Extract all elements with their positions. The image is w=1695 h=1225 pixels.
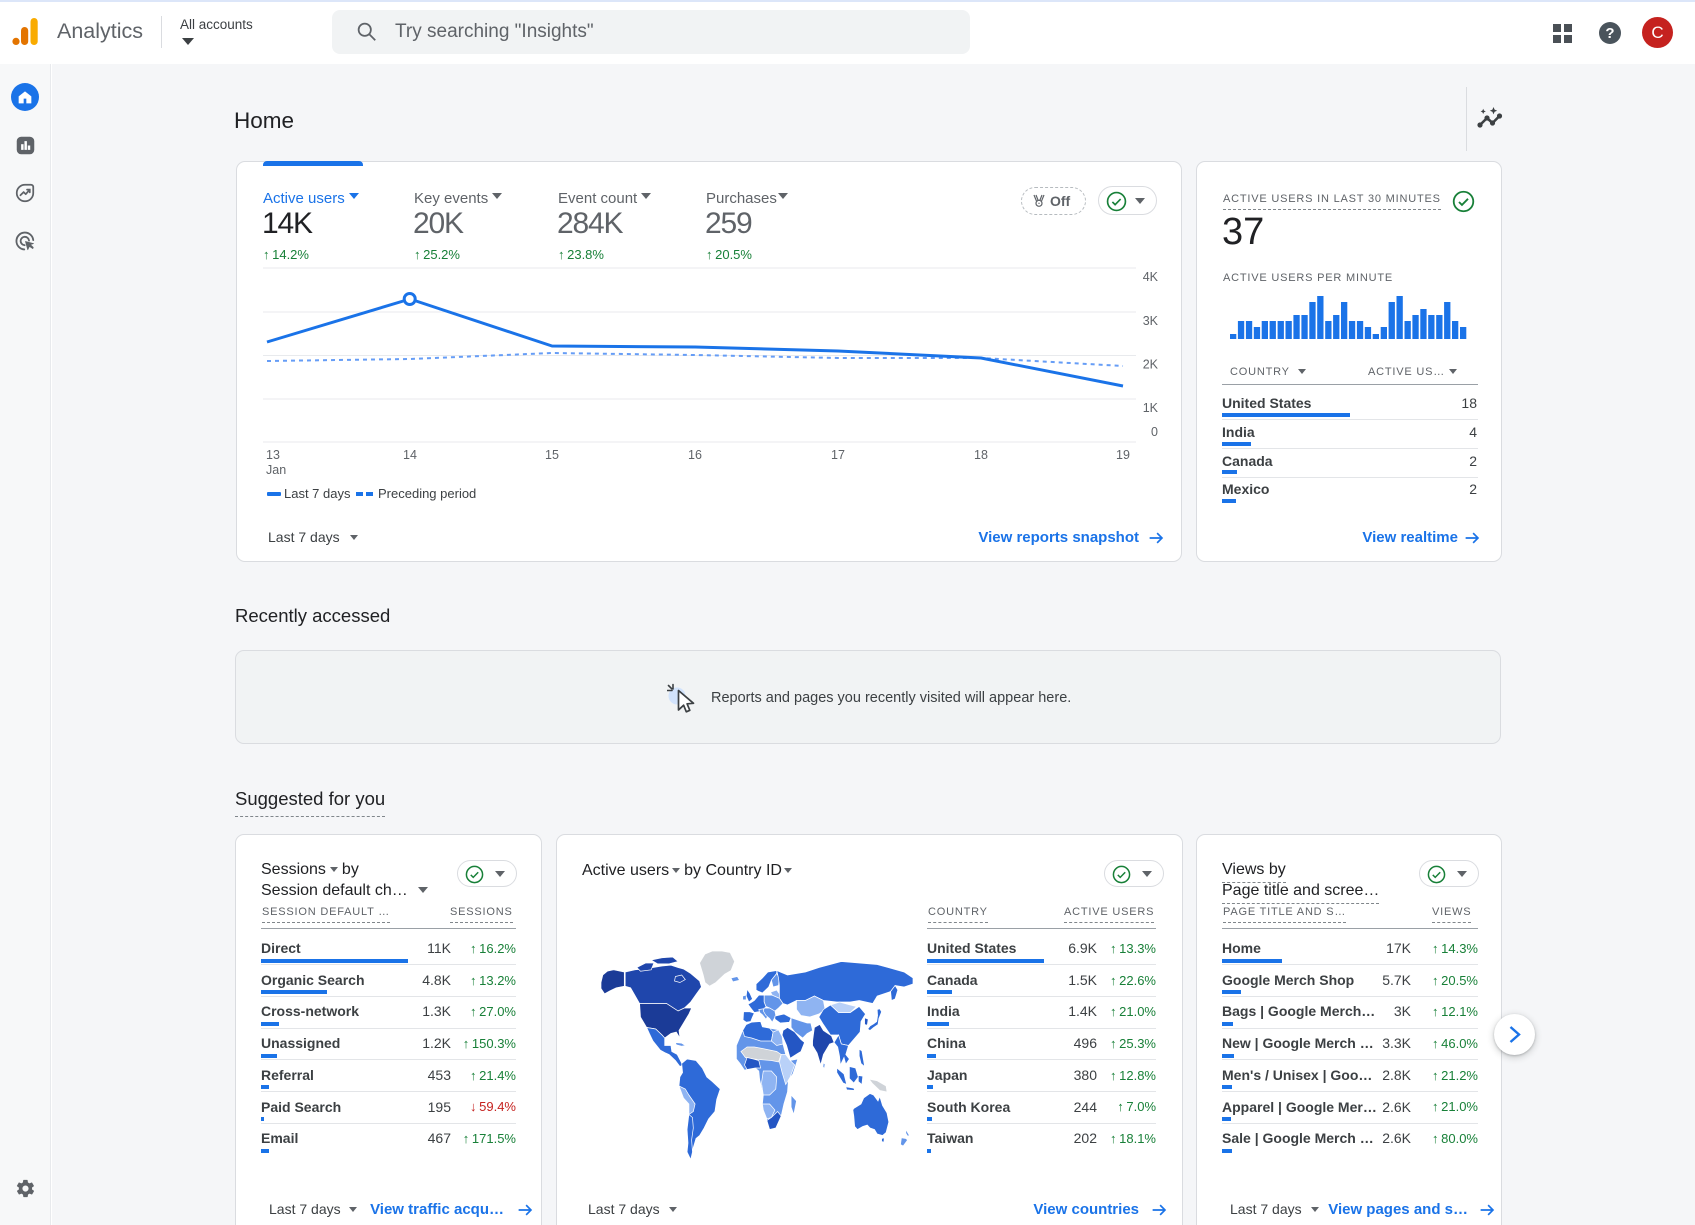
svg-text:15: 15: [545, 448, 559, 462]
svg-text:14: 14: [403, 448, 417, 462]
svg-text:2K: 2K: [1143, 358, 1159, 372]
svg-text:17: 17: [831, 448, 845, 462]
svg-text:16: 16: [688, 448, 702, 462]
svg-text:4K: 4K: [1143, 270, 1159, 284]
svg-text:0: 0: [1151, 425, 1158, 439]
svg-text:13: 13: [266, 448, 280, 462]
svg-text:1K: 1K: [1143, 401, 1159, 415]
svg-text:18: 18: [974, 448, 988, 462]
svg-text:3K: 3K: [1143, 314, 1159, 328]
svg-text:Jan: Jan: [266, 463, 286, 477]
svg-text:19: 19: [1116, 448, 1130, 462]
